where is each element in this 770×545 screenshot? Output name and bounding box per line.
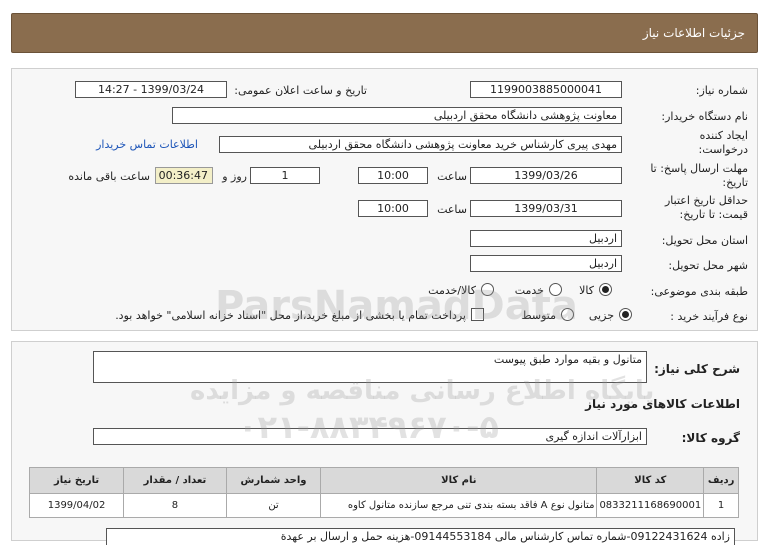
deadline-date-field[interactable]: 1399/03/26 — [470, 167, 622, 184]
validity-time-label: ساعت — [437, 203, 467, 216]
city-label: شهر محل تحویل: — [668, 259, 748, 272]
goods-table: ردیف کد کالا نام کالا واحد شمارش تعداد /… — [28, 467, 739, 518]
page-header: جزئیات اطلاعات نیاز — [11, 13, 758, 53]
col-code-header: کد کالا — [596, 467, 705, 494]
category-label: طبقه بندی موضوعی: — [650, 285, 748, 298]
col-name-header: نام کالا — [320, 467, 598, 494]
category-option-service: خدمت — [514, 284, 544, 297]
need-number-label: شماره نیاز: — [695, 84, 748, 97]
validity-label: حداقل تاریخ اعتبار قیمت: تا تاریخ: — [664, 194, 748, 221]
province-label: استان محل تحویل: — [661, 234, 748, 247]
cell-name: متانول نوع A فاقد بسته بندی تنی مرجع ساز… — [320, 493, 598, 518]
category-option-both: کالا/خدمت — [428, 284, 476, 297]
cell-date: 1399/04/02 — [28, 493, 125, 518]
goods-section-title: اطلاعات کالاهای مورد نیاز — [585, 397, 740, 411]
col-date-header: تاریخ نیاز — [28, 467, 125, 494]
table-header-row: ردیف کد کالا نام کالا واحد شمارش تعداد /… — [28, 467, 739, 494]
footer-note-field: زاده 09122431624-شماره تماس کارشناس مالی… — [106, 528, 735, 545]
description-field[interactable]: متانول و بقیه موارد طبق پیوست — [93, 351, 647, 383]
category-radio-goods[interactable] — [599, 283, 612, 296]
category-radio-service[interactable] — [549, 283, 562, 296]
table-row[interactable]: 1 0833211168690001 متانول نوع A فاقد بست… — [28, 493, 739, 518]
announce-label: تاریخ و ساعت اعلان عمومی: — [234, 84, 367, 97]
category-option-goods: کالا — [579, 284, 594, 297]
days-field[interactable]: 1 — [250, 167, 320, 184]
col-unit-header: واحد شمارش — [225, 467, 322, 494]
goods-group-field[interactable]: ابزارآلات اندازه گیری — [93, 428, 647, 445]
deadline-time-label: ساعت — [437, 170, 467, 183]
category-radio-both[interactable] — [481, 283, 494, 296]
process-option-medium: متوسط — [521, 309, 556, 322]
buyer-contact-link[interactable]: اطلاعات تماس خریدار — [96, 138, 198, 151]
remaining-time-field: 00:36:47 — [155, 167, 213, 184]
province-field[interactable]: اردبیل — [470, 230, 622, 247]
process-label: نوع فرآیند خرید : — [670, 310, 748, 323]
cell-qty: 8 — [123, 493, 227, 518]
city-field[interactable]: اردبیل — [470, 255, 622, 272]
deadline-label: مهلت ارسال پاسخ: تا تاریخ: — [650, 162, 748, 189]
treasury-payment-checkbox[interactable] — [471, 308, 484, 321]
process-option-minor: جزیی — [588, 309, 614, 322]
deadline-time-field[interactable]: 10:00 — [358, 167, 428, 184]
cell-unit: تن — [225, 493, 322, 518]
cell-row: 1 — [703, 493, 739, 518]
creator-field[interactable]: مهدی پیری کارشناس خرید معاونت پژوهشی دان… — [219, 136, 622, 153]
announce-field[interactable]: 1399/03/24 - 14:27 — [75, 81, 227, 98]
description-label: شرح کلی نیاز: — [654, 362, 740, 376]
buyer-field[interactable]: معاونت پژوهشی دانشگاه محقق اردبیلی — [172, 107, 622, 124]
cell-code: 0833211168690001 — [596, 493, 705, 518]
process-radio-minor[interactable] — [619, 308, 632, 321]
validity-time-field[interactable]: 10:00 — [358, 200, 428, 217]
process-radio-medium[interactable] — [561, 308, 574, 321]
col-qty-header: تعداد / مقدار — [123, 467, 227, 494]
treasury-payment-note: پرداخت تمام یا بخشی از مبلغ خرید،از محل … — [115, 309, 466, 322]
creator-label: ایجاد کننده درخواست: — [698, 129, 748, 156]
days-label: روز و — [222, 170, 247, 183]
validity-date-field[interactable]: 1399/03/31 — [470, 200, 622, 217]
need-number-field[interactable]: 1199003885000041 — [470, 81, 622, 98]
col-row-header: ردیف — [703, 467, 739, 494]
buyer-label: نام دستگاه خریدار: — [661, 110, 748, 123]
goods-group-label: گروه کالا: — [681, 431, 740, 445]
page-title: جزئیات اطلاعات نیاز — [642, 26, 745, 40]
remaining-label: ساعت باقی مانده — [68, 170, 150, 183]
